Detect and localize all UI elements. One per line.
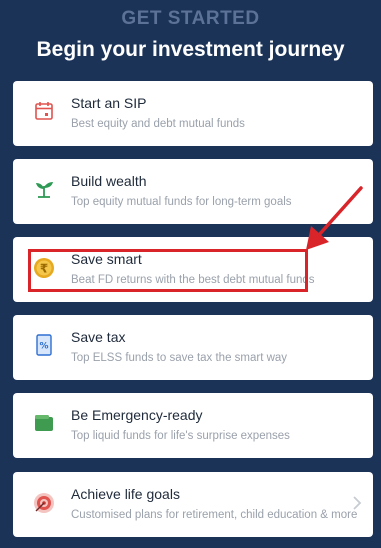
rupee-coin-icon: ₹ — [32, 255, 56, 279]
target-icon — [32, 490, 56, 514]
card-subtitle: Customised plans for retirement, child e… — [71, 509, 358, 521]
sprout-icon — [32, 177, 56, 201]
chevron-right-icon — [351, 494, 363, 512]
card-title: Build wealth — [71, 173, 147, 189]
svg-text:₹: ₹ — [40, 262, 48, 276]
wallet-icon — [32, 411, 56, 435]
card-subtitle: Beat FD returns with the best debt mutua… — [71, 274, 315, 286]
card-subtitle: Top liquid funds for life's surprise exp… — [71, 430, 290, 442]
card-subtitle: Top ELSS funds to save tax the smart way — [71, 352, 288, 364]
card-emergency-ready[interactable]: Be Emergency-ready Top liquid funds for … — [13, 393, 373, 458]
card-start-sip[interactable]: Start an SIP Best equity and debt mutual… — [13, 81, 373, 146]
svg-text:%: % — [39, 342, 48, 352]
eyebrow-label: GET STARTED — [121, 8, 260, 29]
card-title: Save smart — [71, 251, 142, 267]
card-title: Achieve life goals — [71, 486, 180, 502]
card-subtitle: Top equity mutual funds for long-term go… — [71, 196, 292, 208]
page-headline: Begin your investment journey — [36, 38, 345, 61]
card-subtitle: Best equity and debt mutual funds — [71, 118, 245, 130]
card-save-smart[interactable]: ₹ Save smart Beat FD returns with the be… — [13, 237, 373, 302]
card-title: Save tax — [71, 329, 126, 345]
card-title: Start an SIP — [71, 95, 147, 111]
tax-receipt-icon: % — [32, 333, 56, 357]
calendar-icon — [32, 99, 56, 123]
card-title: Be Emergency-ready — [71, 407, 203, 423]
card-life-goals[interactable]: Achieve life goals Customised plans for … — [13, 472, 373, 537]
card-save-tax[interactable]: % Save tax Top ELSS funds to save tax th… — [13, 315, 373, 380]
card-build-wealth[interactable]: Build wealth Top equity mutual funds for… — [13, 159, 373, 224]
